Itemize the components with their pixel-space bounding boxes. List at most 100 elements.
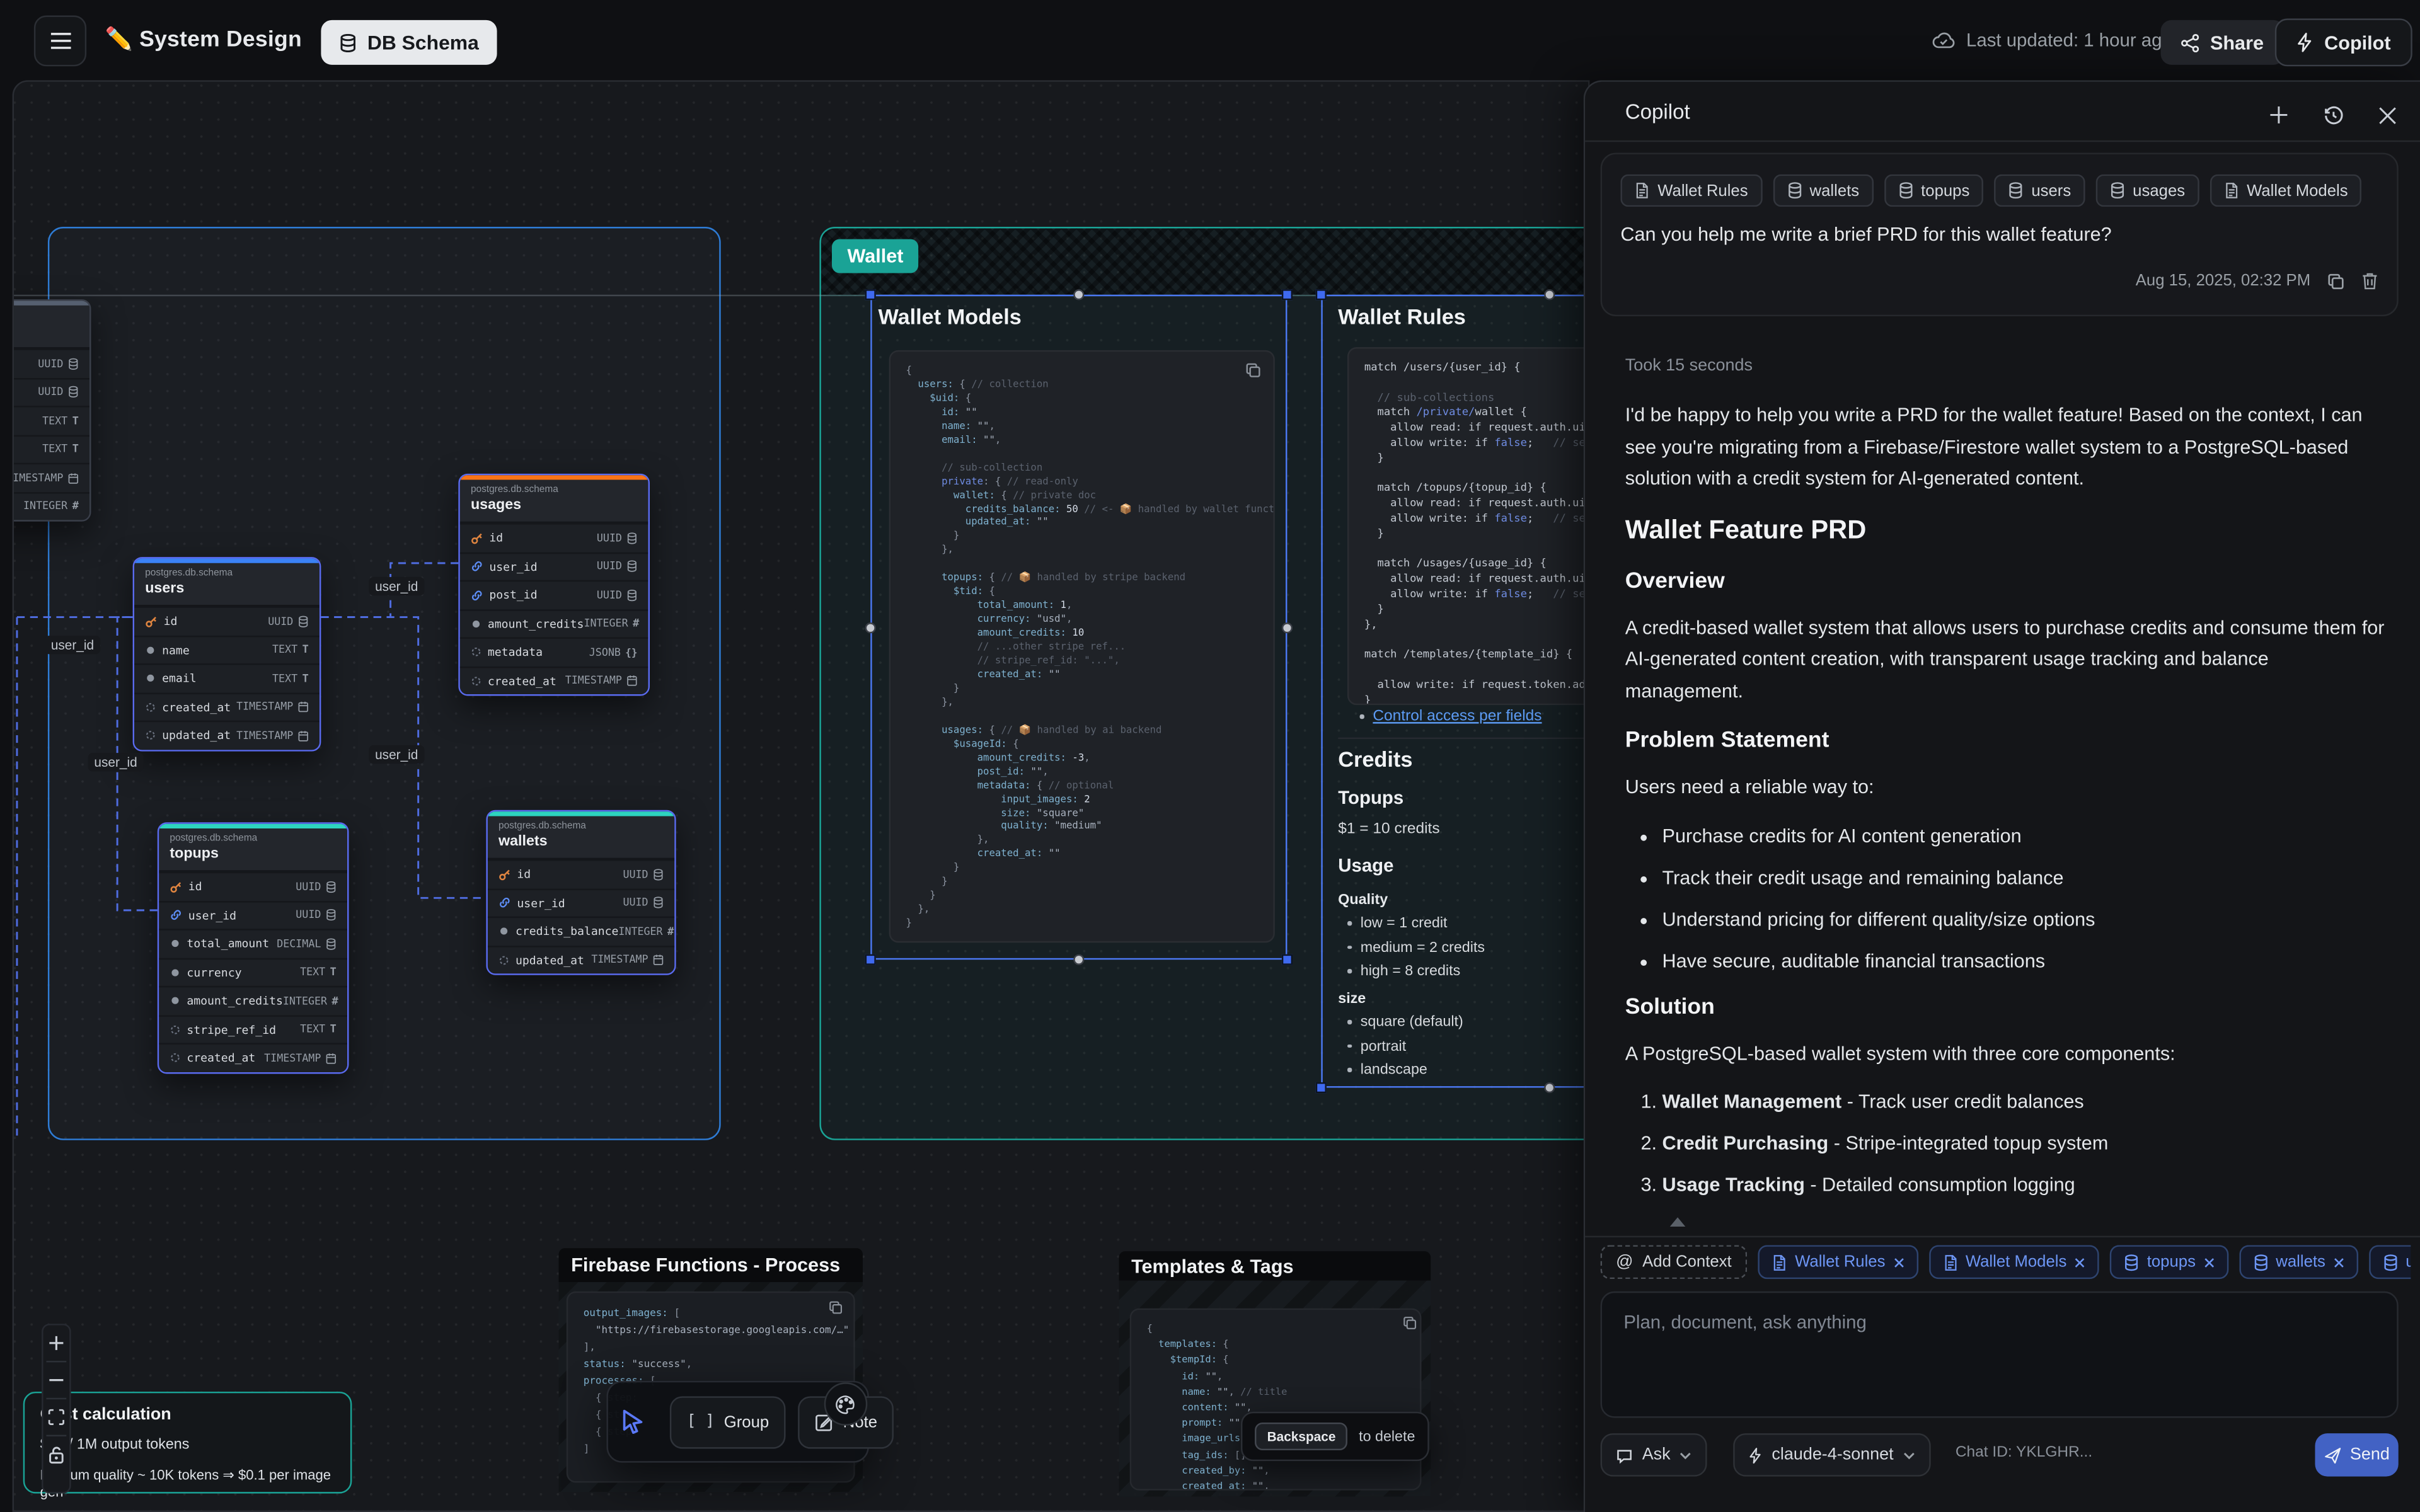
input-context-row: @ Add Context Wallet Rules Wallet Models… bbox=[1601, 1245, 2411, 1279]
menu-button[interactable] bbox=[34, 15, 86, 66]
response-bullet-list: Purchase credits for AI content generati… bbox=[1625, 823, 2388, 973]
context-chip-wallet-rules[interactable]: Wallet Rules bbox=[1620, 175, 1761, 207]
context-chip-wallet-models[interactable]: Wallet Models bbox=[2210, 175, 2361, 207]
list-item: Usage Tracking - Detailed consumption lo… bbox=[1662, 1172, 2388, 1197]
backspace-key: Backspace bbox=[1255, 1423, 1348, 1450]
chat-input[interactable] bbox=[1601, 1292, 2399, 1418]
connection-label: user_id bbox=[45, 636, 100, 654]
selection-handle[interactable] bbox=[1316, 289, 1327, 300]
group-button[interactable]: [ ] Group bbox=[670, 1395, 786, 1448]
selection-handle[interactable] bbox=[865, 622, 876, 633]
copy-message-icon[interactable] bbox=[2327, 272, 2344, 289]
context-chip-usages[interactable]: usages bbox=[2095, 175, 2199, 207]
table-icon bbox=[2109, 182, 2124, 199]
history-button[interactable] bbox=[2320, 102, 2346, 129]
add-context-button[interactable]: @ Add Context bbox=[1601, 1245, 1748, 1279]
input-context-chip-wallet-rules[interactable]: Wallet Rules bbox=[1758, 1245, 1918, 1279]
history-icon bbox=[2322, 104, 2343, 125]
backspace-tooltip: Backspace to delete bbox=[1241, 1412, 1429, 1461]
fit-view-button[interactable] bbox=[43, 1399, 70, 1435]
table-icon bbox=[2008, 182, 2024, 199]
list-item: Purchase credits for AI content generati… bbox=[1662, 823, 2388, 848]
group-brackets-icon: [ ] bbox=[687, 1413, 715, 1430]
remove-chip-icon[interactable] bbox=[2075, 1257, 2085, 1268]
minus-icon bbox=[48, 1372, 65, 1389]
zoom-in-button[interactable] bbox=[43, 1326, 70, 1361]
new-chat-button[interactable] bbox=[2266, 102, 2292, 129]
message-timestamp: Aug 15, 2025, 02:32 PM bbox=[2136, 272, 2310, 290]
user-message-card: Wallet Rules wallets topups users usages… bbox=[1601, 152, 2399, 316]
cloud-check-icon bbox=[1932, 31, 1956, 49]
context-chip-wallets[interactable]: wallets bbox=[1773, 175, 1873, 207]
response-heading2: Overview bbox=[1625, 568, 2388, 593]
close-panel-button[interactable] bbox=[2374, 102, 2400, 129]
selection-handle[interactable] bbox=[1316, 1082, 1327, 1093]
selection-handle[interactable] bbox=[1282, 289, 1293, 300]
response-numbered-list: Wallet Management - Track user credit ba… bbox=[1625, 1089, 2388, 1197]
message-meta: Aug 15, 2025, 02:32 PM bbox=[2136, 272, 2378, 290]
mode-select-button[interactable]: Ask bbox=[1601, 1433, 1708, 1477]
send-button[interactable]: Send bbox=[2315, 1433, 2398, 1477]
selection-handle[interactable] bbox=[1073, 289, 1084, 300]
zoom-out-button[interactable] bbox=[43, 1362, 70, 1397]
selection-handle[interactable] bbox=[865, 289, 876, 300]
divider bbox=[1585, 1236, 2420, 1237]
selection-handle[interactable] bbox=[1282, 622, 1293, 633]
message-context-chips: Wallet Rules wallets topups users usages… bbox=[1620, 175, 2384, 207]
selection-handle[interactable] bbox=[1544, 1082, 1555, 1093]
remove-chip-icon[interactable] bbox=[2333, 1257, 2344, 1268]
table-icon bbox=[1898, 182, 1913, 199]
database-icon bbox=[340, 33, 357, 52]
input-context-chips: Wallet Rules Wallet Models topups wallet… bbox=[1758, 1245, 2411, 1279]
input-context-chip-wallet-models[interactable]: Wallet Models bbox=[1928, 1245, 2099, 1279]
cost-line2: Medium quality ~ 10K tokens ⇒ $0.1 per i… bbox=[40, 1467, 350, 1499]
lock-button[interactable] bbox=[43, 1436, 70, 1472]
input-context-chip-topups[interactable]: topups bbox=[2110, 1245, 2228, 1279]
selection-handle[interactable] bbox=[1282, 954, 1293, 965]
selection-handle[interactable] bbox=[1073, 954, 1084, 965]
pencil-icon: ✏️ bbox=[105, 28, 133, 52]
chat-id: Chat ID: YKLGHR... bbox=[1956, 1444, 2092, 1461]
chevron-down-icon bbox=[1903, 1451, 1915, 1458]
response-body: I'd be happy to help you write a PRD for… bbox=[1625, 399, 2388, 1197]
input-context-chip-users[interactable]: users bbox=[2368, 1245, 2411, 1279]
selection-wallet-models[interactable] bbox=[870, 295, 1287, 960]
delete-message-icon[interactable] bbox=[2361, 272, 2378, 290]
chat-bubble-icon bbox=[1616, 1446, 1633, 1463]
cursor-tool[interactable] bbox=[620, 1409, 645, 1435]
response-heading2: Problem Statement bbox=[1625, 728, 2388, 753]
divider bbox=[1585, 140, 2420, 142]
remove-chip-icon[interactable] bbox=[1893, 1257, 1904, 1268]
table-icon bbox=[1787, 182, 1802, 199]
response-paragraph: Users need a reliable way to: bbox=[1625, 771, 2388, 803]
copilot-toggle-button[interactable]: Copilot bbox=[2275, 18, 2412, 66]
connection-label: user_id bbox=[88, 753, 144, 771]
context-chip-users[interactable]: users bbox=[1995, 175, 2085, 207]
style-palette-button[interactable] bbox=[824, 1382, 868, 1426]
cost-calculation-card[interactable]: Cost calculation $10 / 1M output tokens … bbox=[23, 1392, 352, 1494]
scroll-indicator-icon bbox=[1670, 1217, 1685, 1227]
response-paragraph: A credit-based wallet system that allows… bbox=[1625, 612, 2388, 707]
diagram-canvas[interactable]: Wallet user_id user_id user_id user_id p… bbox=[13, 80, 1590, 1512]
context-chip-topups[interactable]: topups bbox=[1884, 175, 1983, 207]
cursor-icon bbox=[620, 1409, 645, 1435]
user-question: Can you help me write a brief PRD for th… bbox=[1620, 224, 2111, 245]
input-context-chip-wallets[interactable]: wallets bbox=[2239, 1245, 2358, 1279]
chevron-down-icon bbox=[1680, 1451, 1692, 1458]
model-select-button[interactable]: claude-4-sonnet bbox=[1733, 1433, 1930, 1477]
document-title[interactable]: ✏️ System Design bbox=[105, 26, 302, 53]
list-item: Understand pricing for different quality… bbox=[1662, 907, 2388, 931]
selection-wallet-rules[interactable] bbox=[1321, 295, 1589, 1088]
selection-handle[interactable] bbox=[1544, 289, 1555, 300]
selection-handle[interactable] bbox=[865, 954, 876, 965]
remove-chip-icon[interactable] bbox=[2203, 1257, 2214, 1268]
tab-db-schema[interactable]: DB Schema bbox=[321, 20, 497, 65]
document-icon bbox=[1772, 1254, 1787, 1271]
connection-label: user_id bbox=[369, 745, 424, 764]
share-icon bbox=[2181, 33, 2199, 52]
wallet-frame-label[interactable]: Wallet bbox=[832, 239, 919, 273]
document-icon bbox=[1942, 1254, 1957, 1271]
table-icon bbox=[2124, 1254, 2139, 1271]
share-button[interactable]: Share bbox=[2161, 20, 2284, 65]
table-icon bbox=[2383, 1254, 2398, 1271]
